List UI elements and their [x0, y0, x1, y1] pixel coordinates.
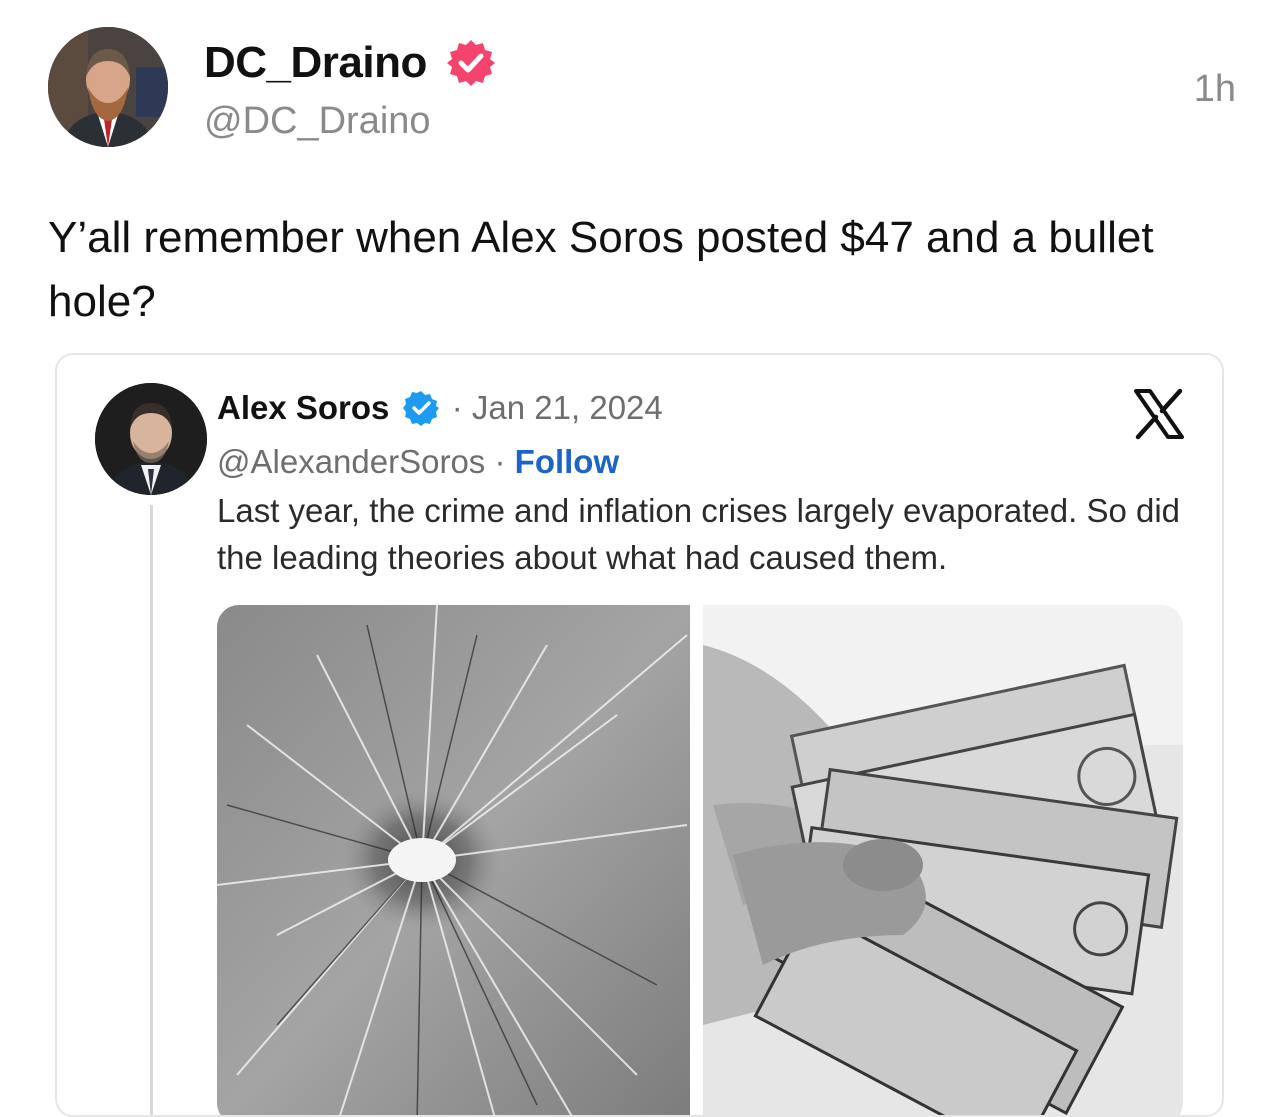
hand-holding-dollar-bills-image: [703, 605, 1183, 1115]
separator-dot: ·: [451, 389, 463, 426]
embed-header: Alex Soros · Jan 21, 2024: [217, 389, 663, 427]
embed-display-name[interactable]: Alex Soros: [217, 389, 389, 426]
embed-handle[interactable]: @AlexanderSoros: [217, 443, 485, 480]
author-handle[interactable]: @DC_Draino: [204, 100, 431, 143]
thread-line: [150, 505, 153, 1115]
verified-badge-icon: [402, 391, 439, 426]
media-image-left[interactable]: [217, 605, 690, 1115]
embed-date[interactable]: Jan 21, 2024: [472, 389, 663, 426]
post-text: Y’all remember when Alex Soros posted $4…: [48, 213, 1154, 326]
embed-handle-row: @AlexanderSoros · Follow: [217, 443, 619, 481]
post-timestamp[interactable]: 1h: [1194, 68, 1236, 111]
embed-tweet-text: Last year, the crime and inflation crise…: [217, 492, 1181, 576]
man-in-suit-avatar: [95, 383, 207, 495]
follow-link[interactable]: Follow: [515, 443, 619, 480]
media-image-right[interactable]: [703, 605, 1183, 1115]
man-with-beard-avatar: [48, 27, 168, 147]
separator-dot: ·: [494, 443, 506, 480]
verified-badge-icon: [447, 40, 495, 86]
embed-media-grid: [217, 605, 1183, 1115]
bullet-hole-glass-image: [217, 605, 690, 1115]
author-display-name[interactable]: DC_Draino: [204, 38, 427, 88]
embedded-tweet-card[interactable]: Alex Soros · Jan 21, 2024 @AlexanderSoro…: [55, 353, 1224, 1117]
embed-author-avatar[interactable]: [95, 383, 207, 495]
x-logo-icon[interactable]: [1132, 387, 1186, 441]
author-avatar[interactable]: [48, 27, 168, 147]
